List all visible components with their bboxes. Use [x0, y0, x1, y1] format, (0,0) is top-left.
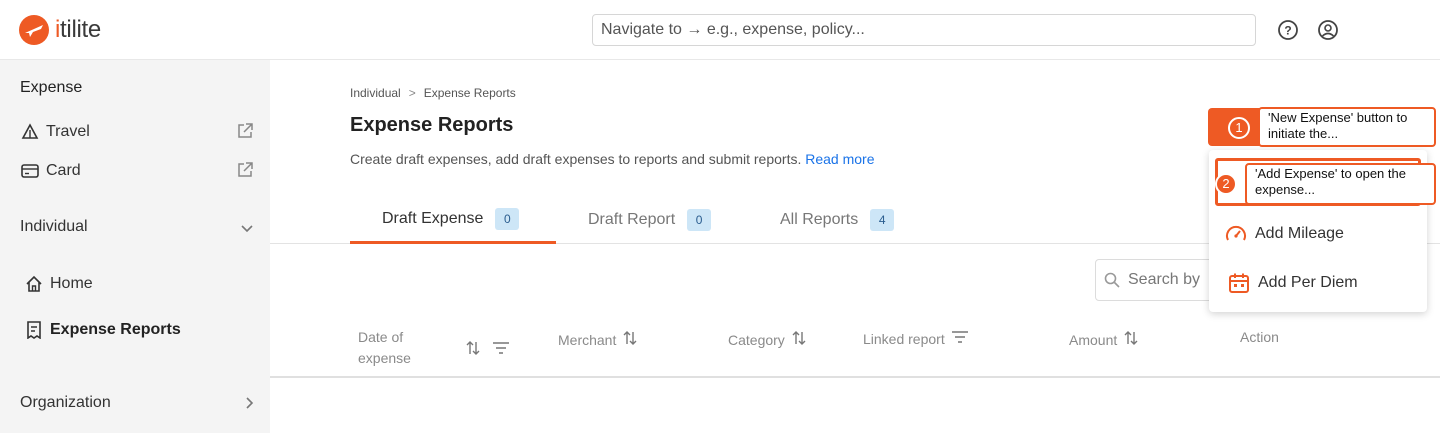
sidebar-item-label: Card [46, 162, 81, 179]
description-text: Create draft expenses, add draft expense… [350, 151, 802, 167]
callout-text: 'New Expense' button to [1268, 110, 1408, 125]
card-icon [20, 161, 40, 181]
sort-icon[interactable] [791, 330, 807, 349]
sidebar-item-label: Travel [46, 123, 90, 140]
sidebar-item-expense-reports[interactable]: Expense Reports [24, 316, 254, 344]
callout-text: expense... [1255, 182, 1315, 197]
search-placeholder: Search by [1128, 271, 1201, 288]
count-badge: 4 [870, 209, 895, 231]
sidebar-item-travel[interactable]: Travel [20, 118, 254, 146]
add-per-diem-menu-item[interactable]: Add Per Diem [1209, 263, 1427, 303]
column-label: Category [728, 331, 785, 348]
sidebar-section-individual[interactable]: Individual [20, 213, 254, 241]
external-link-icon[interactable] [236, 161, 254, 184]
add-mileage-menu-item[interactable]: Add Mileage [1209, 214, 1427, 254]
tab-label: Draft Report [588, 211, 676, 228]
breadcrumb-current: Expense Reports [423, 86, 516, 100]
table-header-divider [270, 376, 1440, 378]
column-category[interactable]: Category [728, 330, 807, 349]
breadcrumb-individual[interactable]: Individual [350, 86, 401, 100]
sidebar-item-card[interactable]: Card [20, 157, 254, 185]
sidebar-section-organization[interactable]: Organization [20, 389, 254, 417]
annotation-number-2: 2 [1215, 173, 1237, 195]
read-more-link[interactable]: Read more [805, 151, 874, 167]
travel-icon [20, 122, 40, 142]
plane-logo-icon [19, 15, 49, 45]
filter-icon[interactable] [492, 341, 510, 355]
table-search-input[interactable]: Search by [1095, 259, 1225, 301]
search-icon [1104, 272, 1120, 288]
sort-icon[interactable] [1123, 330, 1139, 349]
page-title: Expense Reports [350, 114, 514, 136]
annotation-callout-2: 'Add Expense' to open the expense... [1245, 163, 1436, 205]
tab-label: All Reports [780, 211, 859, 228]
sidebar-item-label: Expense Reports [50, 321, 181, 338]
logo-text-rest: tilite [60, 16, 101, 43]
svg-text:?: ? [1284, 24, 1291, 38]
top-bar: itilite ? [0, 0, 1440, 60]
sidebar-section-label: Organization [20, 394, 111, 411]
column-action: Action [1240, 329, 1279, 345]
receipt-icon [24, 320, 44, 340]
column-label: Date of [358, 329, 404, 345]
breadcrumb: Individual > Expense Reports [350, 86, 516, 100]
column-label: Linked report [863, 330, 945, 347]
home-icon [24, 274, 44, 294]
sort-icon[interactable] [465, 340, 481, 356]
count-badge: 0 [495, 207, 520, 230]
tab-label: Draft Expense [382, 209, 484, 227]
calendar-icon [1228, 272, 1250, 294]
filter-icon[interactable] [951, 330, 969, 347]
column-label: Amount [1069, 331, 1118, 348]
sidebar-section-label: Individual [20, 218, 88, 235]
callout-text: initiate the... [1268, 126, 1339, 141]
speedometer-icon [1225, 224, 1247, 244]
column-label: Merchant [558, 331, 617, 348]
annotation-number-1: 1 [1228, 117, 1250, 139]
navigate-search-input[interactable] [592, 14, 1256, 46]
tab-draft-report[interactable]: Draft Report 0 [588, 196, 712, 244]
chevron-down-icon [240, 221, 254, 239]
chevron-right-icon [244, 396, 254, 415]
tab-all-reports[interactable]: All Reports 4 [780, 196, 895, 244]
column-date-of-expense: Date of expense [358, 327, 411, 369]
help-icon[interactable]: ? [1277, 19, 1299, 41]
annotation-callout-1: 'New Expense' button to initiate the... [1258, 107, 1436, 147]
tab-draft-expense[interactable]: Draft Expense 0 [350, 196, 556, 244]
user-profile-icon[interactable] [1317, 19, 1339, 41]
column-label: expense [358, 350, 411, 366]
callout-text: 'Add Expense' to open the [1255, 166, 1406, 181]
sidebar-item-home[interactable]: Home [24, 270, 254, 298]
column-linked-report[interactable]: Linked report [863, 330, 969, 347]
count-badge: 0 [687, 209, 712, 231]
sort-icon[interactable] [622, 330, 638, 349]
sidebar-section-expense: Expense [20, 79, 83, 96]
breadcrumb-separator: > [408, 86, 416, 100]
itilite-logo[interactable]: itilite [19, 15, 101, 45]
menu-item-label: Add Per Diem [1258, 274, 1358, 291]
sidebar: Expense Travel Card Individual Home Expe… [0, 60, 270, 433]
column-label: Action [1240, 329, 1279, 345]
sidebar-item-label: Home [50, 275, 93, 292]
page-description: Create draft expenses, add draft expense… [350, 151, 875, 167]
menu-item-label: Add Mileage [1255, 225, 1344, 242]
column-merchant[interactable]: Merchant [558, 330, 638, 349]
column-amount[interactable]: Amount [1069, 330, 1139, 349]
external-link-icon[interactable] [236, 122, 254, 145]
